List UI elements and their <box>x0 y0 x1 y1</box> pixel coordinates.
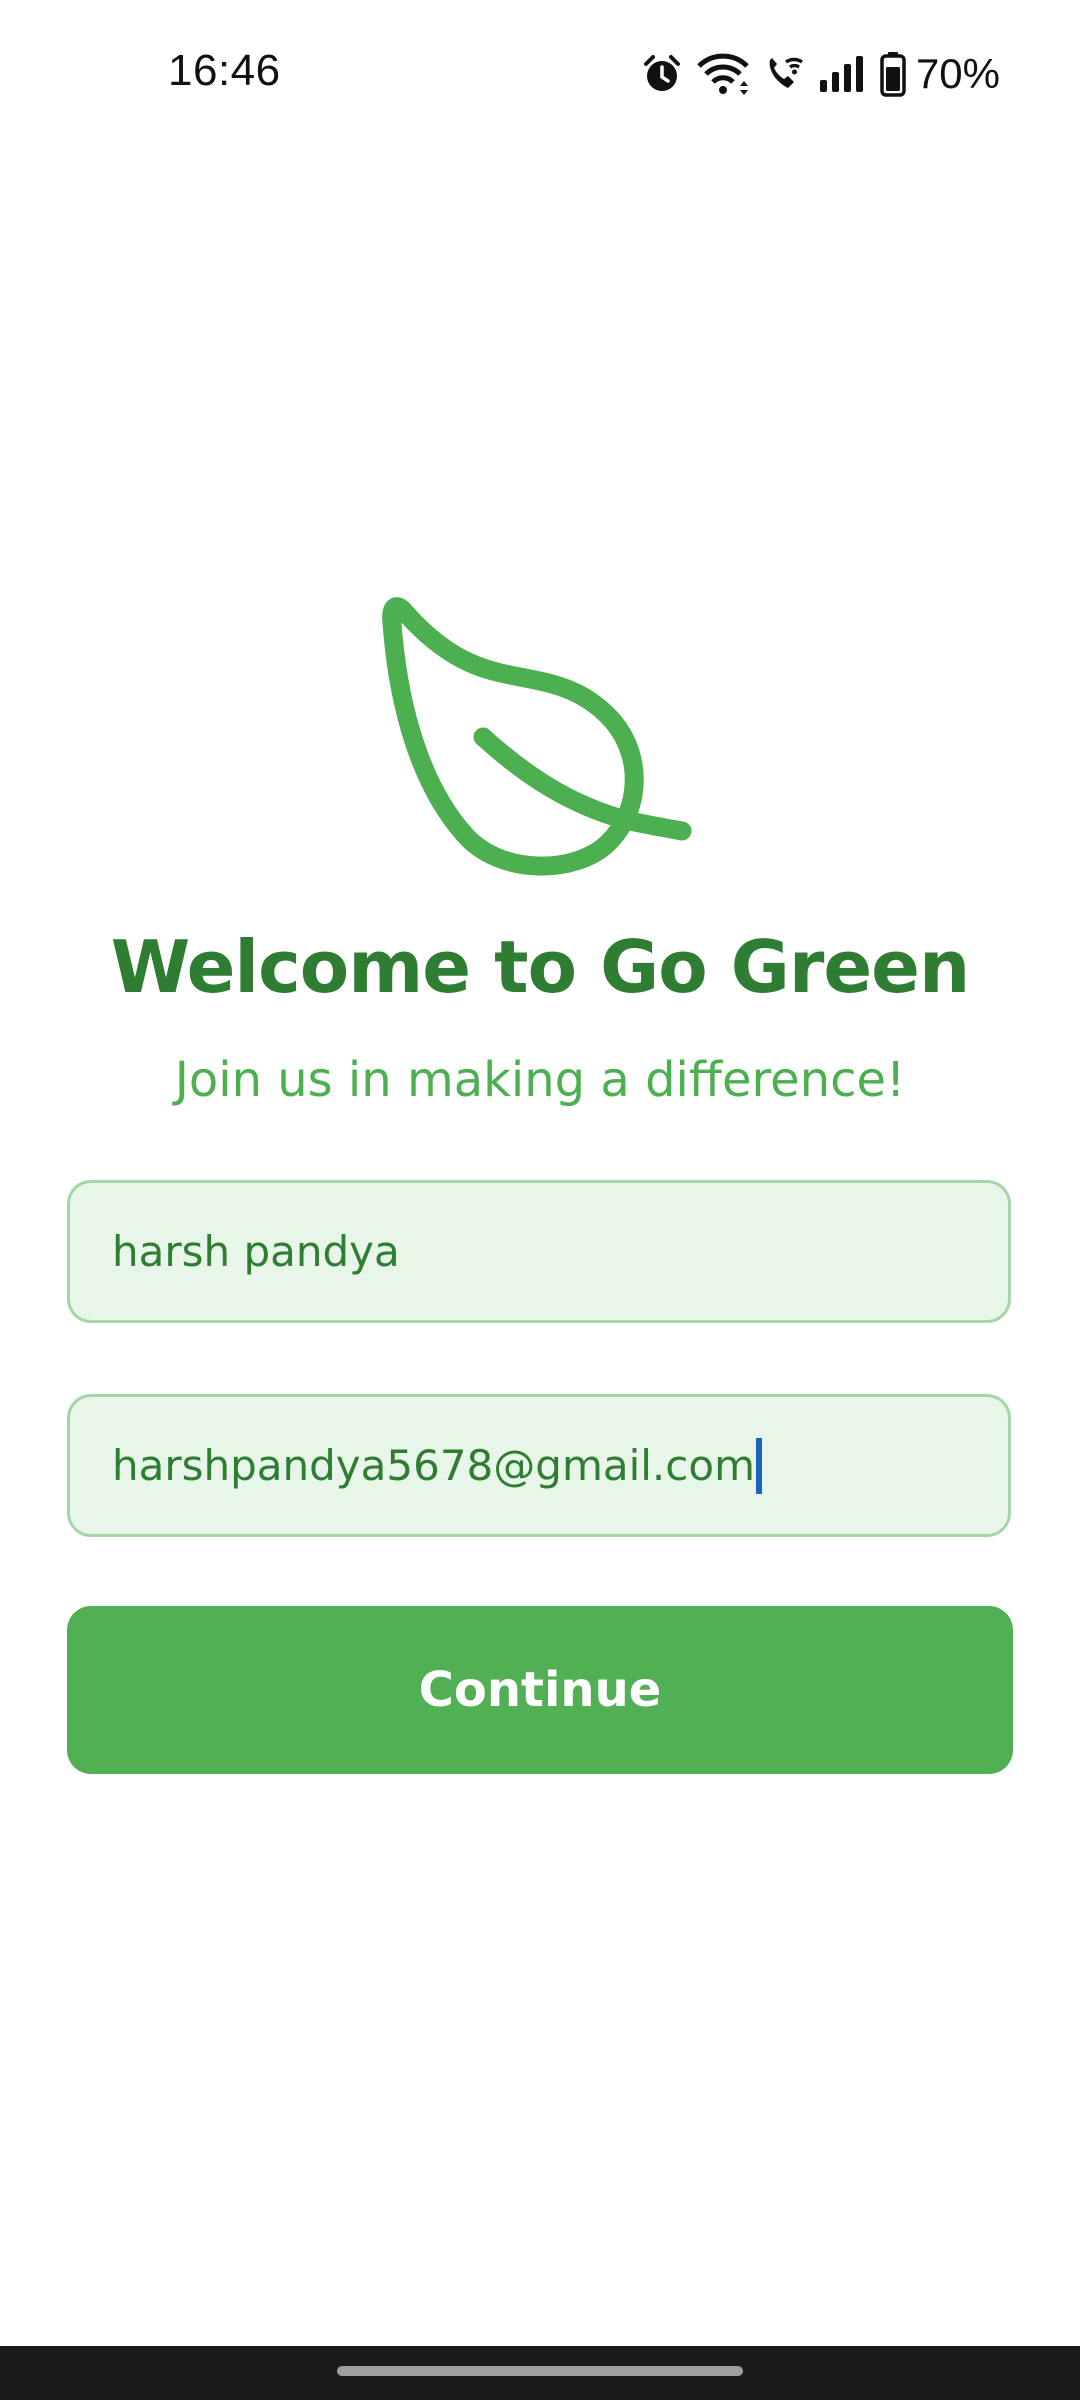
wifi-icon <box>696 52 750 96</box>
status-bar: 16:46 70% <box>0 0 1080 150</box>
leaf-icon <box>380 595 700 885</box>
alarm-icon <box>640 52 684 96</box>
email-input-value: harshpandya5678@gmail.com <box>112 1441 755 1490</box>
name-input-value: harsh pandya <box>112 1227 400 1276</box>
text-cursor <box>755 1437 762 1494</box>
wifi-calling-icon <box>762 52 806 96</box>
home-gesture-handle[interactable] <box>337 2366 743 2376</box>
welcome-title: Welcome to Go Green <box>110 925 971 1009</box>
continue-button[interactable]: Continue <box>67 1606 1013 1774</box>
status-icons: 70% <box>640 44 1000 104</box>
battery-percent: 70% <box>915 50 1000 97</box>
welcome-subtitle: Join us in making a difference! <box>174 1052 906 1108</box>
continue-button-label: Continue <box>418 1662 662 1718</box>
name-input[interactable]: harsh pandya <box>67 1180 1011 1323</box>
signal-icon <box>818 52 868 96</box>
navigation-bar <box>0 2346 1080 2400</box>
battery-icon <box>880 51 906 97</box>
email-input[interactable]: harshpandya5678@gmail.com <box>67 1394 1011 1537</box>
status-time: 16:46 <box>168 46 281 95</box>
